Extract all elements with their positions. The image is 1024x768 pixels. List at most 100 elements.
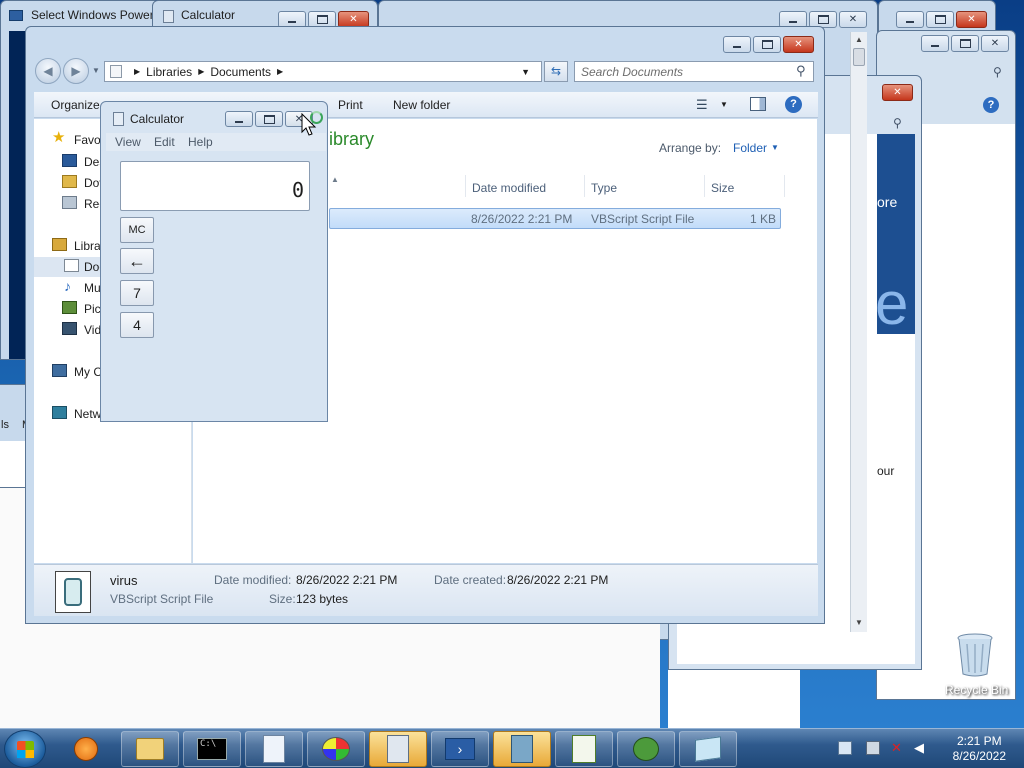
browser-text-e: e xyxy=(875,270,909,337)
browser-caption-buttons: ✕ xyxy=(882,84,913,101)
powershell-titlebar[interactable]: Select Windows Power xyxy=(1,1,159,29)
taskbar-bug-tool-button[interactable] xyxy=(617,731,675,767)
organize-button[interactable]: Organize xyxy=(51,98,100,112)
back-button[interactable]: ◀ xyxy=(35,58,61,84)
menu-help[interactable]: Help xyxy=(188,135,213,149)
breadcrumb-arrow-icon[interactable]: ▶ xyxy=(198,67,204,76)
minimize-button[interactable] xyxy=(225,111,253,127)
media-player-icon[interactable] xyxy=(74,737,98,761)
tree-item-pictures[interactable]: Pic xyxy=(84,302,101,316)
tree-item-libraries[interactable]: Libra xyxy=(74,239,101,253)
calculator-back-title: Calculator xyxy=(181,8,236,22)
arrange-by-chevron-down-icon[interactable]: ▼ xyxy=(771,143,779,152)
recycle-bin-icon[interactable] xyxy=(955,632,995,678)
tree-item-videos[interactable]: Vid xyxy=(84,323,101,337)
column-size[interactable]: Size xyxy=(705,175,785,197)
forward-button[interactable]: ▶ xyxy=(63,58,89,84)
close-button[interactable]: ✕ xyxy=(981,35,1009,52)
maximize-button[interactable] xyxy=(926,11,954,28)
recent-pages-arrow-icon[interactable]: ▼ xyxy=(92,66,100,75)
address-dropdown-icon[interactable]: ▼ xyxy=(521,67,530,77)
arrange-by-dropdown[interactable]: Folder xyxy=(733,141,767,155)
maximize-button[interactable] xyxy=(753,36,781,53)
search-icon[interactable]: ⚲ xyxy=(893,116,902,130)
scroll-up-arrow[interactable]: ▲ xyxy=(855,35,863,44)
menu-edit[interactable]: Edit xyxy=(154,135,175,149)
taskbar-notepad-button[interactable] xyxy=(245,731,303,767)
powershell-icon xyxy=(9,10,23,21)
recent-places-icon xyxy=(62,196,77,209)
column-type[interactable]: Type xyxy=(585,175,705,197)
new-folder-button[interactable]: New folder xyxy=(393,98,450,112)
minimize-button[interactable] xyxy=(921,35,949,52)
volume-icon[interactable]: ◀ xyxy=(914,741,928,755)
action-center-flag-icon[interactable] xyxy=(838,741,852,755)
backspace-button[interactable]: ← xyxy=(120,248,154,274)
calculator-window[interactable]: Calculator ✕ View Edit Help 0 MC ← 7 4 xyxy=(100,101,328,422)
search-icon[interactable]: ⚲ xyxy=(796,63,806,79)
taskbar-cmd-button[interactable]: C:\ xyxy=(183,731,241,767)
network-error-icon[interactable]: ✕ xyxy=(891,741,905,755)
powershell-title: Select Windows Power xyxy=(31,8,154,22)
taskbar-calculator-button[interactable] xyxy=(369,731,427,767)
breadcrumb-documents[interactable]: Documents xyxy=(210,65,271,79)
sort-arrow-icon[interactable]: ▲ xyxy=(331,175,339,184)
network-icon[interactable] xyxy=(866,741,880,755)
column-date-modified[interactable]: Date modified xyxy=(465,175,585,197)
sticky-note-icon xyxy=(695,736,721,762)
taskbar-sticky-note-button[interactable] xyxy=(679,731,737,767)
four-button[interactable]: 4 xyxy=(120,312,154,338)
documents-icon xyxy=(64,259,79,272)
recycle-bin-label[interactable]: Recycle Bin xyxy=(945,683,1008,697)
breadcrumb-libraries[interactable]: Libraries xyxy=(146,65,192,79)
taskbar-powershell-button[interactable]: › xyxy=(431,731,489,767)
taskbar-paint-button[interactable] xyxy=(307,731,365,767)
maximize-button[interactable] xyxy=(255,111,283,127)
powershell-icon: › xyxy=(445,738,475,760)
memory-clear-button[interactable]: MC xyxy=(120,217,154,243)
arrange-by-label: Arrange by: xyxy=(659,141,722,155)
print-button[interactable]: Print xyxy=(338,98,363,112)
close-button[interactable]: ✕ xyxy=(839,11,867,28)
vertical-scrollbar[interactable]: ▲ ▼ xyxy=(850,32,867,632)
background-panel-right xyxy=(668,670,800,728)
search-icon[interactable]: ⚲ xyxy=(993,65,1002,79)
help-icon[interactable]: ? xyxy=(983,97,999,113)
scroll-thumb[interactable] xyxy=(853,48,865,66)
clock[interactable]: 2:21 PM 8/26/2022 xyxy=(953,734,1006,764)
minimize-button[interactable] xyxy=(896,11,924,28)
taskbar-script-editor-button[interactable] xyxy=(555,731,613,767)
minimize-button[interactable] xyxy=(723,36,751,53)
close-button[interactable]: ✕ xyxy=(783,36,814,53)
details-date-modified-value: 8/26/2022 2:21 PM xyxy=(296,573,398,587)
taskbar-cabinet-button[interactable] xyxy=(493,731,551,767)
calculator-display: 0 xyxy=(120,161,310,211)
scroll-down-arrow[interactable]: ▼ xyxy=(855,618,863,627)
search-input[interactable]: Search Documents xyxy=(574,61,814,82)
close-button[interactable]: ✕ xyxy=(956,11,987,28)
tree-item-favorites[interactable]: Favo xyxy=(74,133,101,147)
address-bar[interactable]: ▶ Libraries ▶ Documents ▶ ▼ xyxy=(104,61,542,82)
view-options-icon[interactable]: ☰ xyxy=(696,97,708,113)
breadcrumb-arrow-icon[interactable]: ▶ xyxy=(277,67,283,76)
display-value: 0 xyxy=(291,178,304,202)
seven-button[interactable]: 7 xyxy=(120,280,154,306)
tree-item-network[interactable]: Netw xyxy=(74,407,101,421)
taskbar-explorer-button[interactable] xyxy=(121,731,179,767)
calculator-icon xyxy=(113,112,124,126)
menu-view[interactable]: View xyxy=(115,135,141,149)
tree-item-music[interactable]: Mu xyxy=(84,281,101,295)
file-row-virus[interactable]: 8/26/2022 2:21 PM VBScript Script File 1… xyxy=(329,208,781,229)
help-icon[interactable]: ? xyxy=(785,96,802,113)
refresh-button[interactable]: ⇆ xyxy=(544,61,568,82)
breadcrumb-arrow-icon[interactable]: ▶ xyxy=(134,67,140,76)
calculator-icon xyxy=(387,735,409,763)
view-dropdown-icon[interactable]: ▼ xyxy=(720,100,728,109)
preview-pane-icon[interactable] xyxy=(750,97,766,111)
maximize-button[interactable] xyxy=(951,35,979,52)
file-cabinet-icon xyxy=(511,735,533,763)
close-button[interactable]: ✕ xyxy=(882,84,913,101)
start-button[interactable] xyxy=(4,730,46,768)
tree-item-computer[interactable]: My C xyxy=(74,365,102,379)
calculator-back-titlebar[interactable]: Calculator ✕ xyxy=(153,1,377,29)
